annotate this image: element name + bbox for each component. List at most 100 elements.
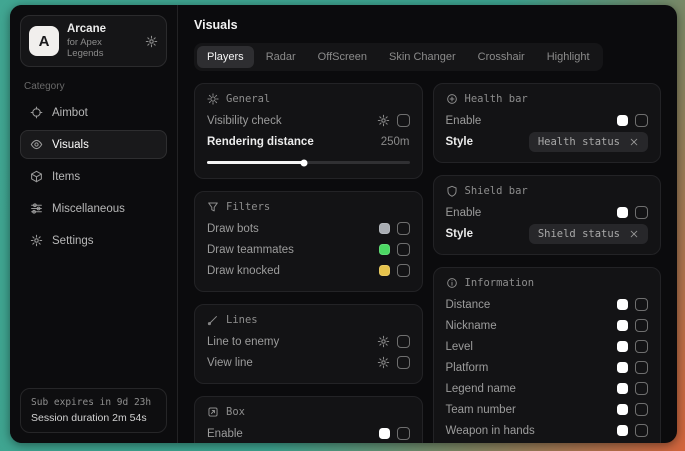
setting-label: View line (207, 357, 377, 369)
checkbox[interactable] (397, 427, 410, 440)
row-controls (617, 361, 648, 374)
checkbox[interactable] (397, 243, 410, 256)
color-swatch[interactable] (617, 425, 628, 436)
card-header: Information (446, 277, 649, 289)
style-select[interactable]: Shield status (529, 224, 648, 244)
row-controls (617, 114, 648, 127)
slider-fill (207, 161, 304, 164)
distance-slider[interactable] (207, 161, 410, 164)
style-select-value: Health status (538, 136, 620, 148)
setting-label: Visibility check (207, 115, 377, 127)
cube-icon (30, 170, 43, 183)
card-title: Information (465, 277, 535, 289)
card-header: Shield bar (446, 185, 649, 197)
sidebar-item-label: Aimbot (52, 107, 88, 119)
color-swatch[interactable] (617, 115, 628, 126)
row-controls (617, 298, 648, 311)
app-window: A Arcane for Apex Legends Category Aimbo… (10, 5, 677, 443)
checkbox[interactable] (397, 222, 410, 235)
gear-icon (30, 234, 43, 247)
checkbox[interactable] (635, 382, 648, 395)
row-settings-button[interactable] (377, 114, 390, 127)
checkbox[interactable] (397, 264, 410, 277)
setting-row: Nickname (446, 315, 649, 336)
checkbox[interactable] (635, 206, 648, 219)
sun-icon (207, 93, 219, 105)
tab-crosshair[interactable]: Crosshair (468, 46, 535, 68)
sidebar-item-visuals[interactable]: Visuals (20, 130, 167, 159)
checkbox[interactable] (397, 114, 410, 127)
setting-label: Weapon in hands (446, 425, 618, 437)
card-filters: FiltersDraw botsDraw teammatesDraw knock… (194, 191, 423, 292)
brand-card: A Arcane for Apex Legends (20, 15, 167, 67)
checkbox[interactable] (397, 356, 410, 369)
card-title: Lines (226, 314, 258, 326)
row-controls (379, 427, 410, 440)
setting-label: Style (446, 136, 529, 148)
setting-row: Draw teammates (207, 239, 410, 260)
color-swatch[interactable] (617, 320, 628, 331)
x-icon[interactable] (629, 137, 639, 147)
setting-label: Distance (446, 299, 618, 311)
setting-label: Legend name (446, 383, 618, 395)
checkbox[interactable] (635, 298, 648, 311)
row-controls: 250m (381, 136, 410, 148)
app-subtitle: for Apex Legends (67, 37, 137, 59)
row-controls (617, 319, 648, 332)
tab-radar[interactable]: Radar (256, 46, 306, 68)
brand-settings-button[interactable] (145, 35, 158, 48)
sidebar-item-settings[interactable]: Settings (20, 226, 167, 255)
slider-thumb[interactable] (301, 159, 308, 166)
style-select[interactable]: Health status (529, 132, 648, 152)
sidebar-item-aimbot[interactable]: Aimbot (20, 98, 167, 127)
sidebar-item-items[interactable]: Items (20, 162, 167, 191)
setting-row: StyleShield status (446, 223, 649, 244)
card-title: Box (226, 406, 245, 418)
color-swatch[interactable] (617, 404, 628, 415)
x-icon[interactable] (629, 229, 639, 239)
sidebar-item-miscellaneous[interactable]: Miscellaneous (20, 194, 167, 223)
row-controls (377, 335, 410, 348)
card-information: Information Distance Nickname Level Platform… (433, 267, 662, 443)
setting-row: Platform (446, 357, 649, 378)
color-swatch[interactable] (617, 299, 628, 310)
color-swatch[interactable] (379, 223, 390, 234)
row-settings-button[interactable] (377, 356, 390, 369)
setting-row: Draw bots (207, 218, 410, 239)
row-controls (379, 243, 410, 256)
checkbox[interactable] (635, 340, 648, 353)
setting-label: Draw knocked (207, 265, 379, 277)
color-swatch[interactable] (617, 362, 628, 373)
main-panel: Visuals PlayersRadarOffScreenSkin Change… (178, 5, 677, 443)
checkbox[interactable] (635, 361, 648, 374)
tab-offscreen[interactable]: OffScreen (308, 46, 377, 68)
color-swatch[interactable] (617, 207, 628, 218)
tab-skin-changer[interactable]: Skin Changer (379, 46, 466, 68)
color-swatch[interactable] (379, 428, 390, 439)
settings-columns: GeneralVisibility checkRendering distanc… (194, 83, 661, 443)
session-duration-text: Session duration 2m 54s (31, 412, 156, 424)
color-swatch[interactable] (379, 244, 390, 255)
checkbox[interactable] (635, 403, 648, 416)
setting-label: Level (446, 341, 618, 353)
checkbox[interactable] (397, 335, 410, 348)
row-controls (617, 340, 648, 353)
setting-row: Distance (446, 294, 649, 315)
style-select-value: Shield status (538, 228, 620, 240)
row-settings-button[interactable] (377, 335, 390, 348)
tab-highlight[interactable]: Highlight (537, 46, 600, 68)
color-swatch[interactable] (617, 383, 628, 394)
checkbox[interactable] (635, 319, 648, 332)
subscription-panel: Sub expires in 9d 23h Session duration 2… (20, 388, 167, 433)
card-health-bar: Health barEnableStyleHealth status (433, 83, 662, 163)
setting-row: Enable (446, 110, 649, 131)
tab-players[interactable]: Players (197, 46, 254, 68)
checkbox[interactable] (635, 424, 648, 437)
gear-icon (377, 335, 390, 348)
checkbox[interactable] (635, 114, 648, 127)
color-swatch[interactable] (379, 265, 390, 276)
setting-row: View line (207, 352, 410, 373)
health-icon (446, 93, 458, 105)
color-swatch[interactable] (617, 341, 628, 352)
setting-row: Level (446, 336, 649, 357)
